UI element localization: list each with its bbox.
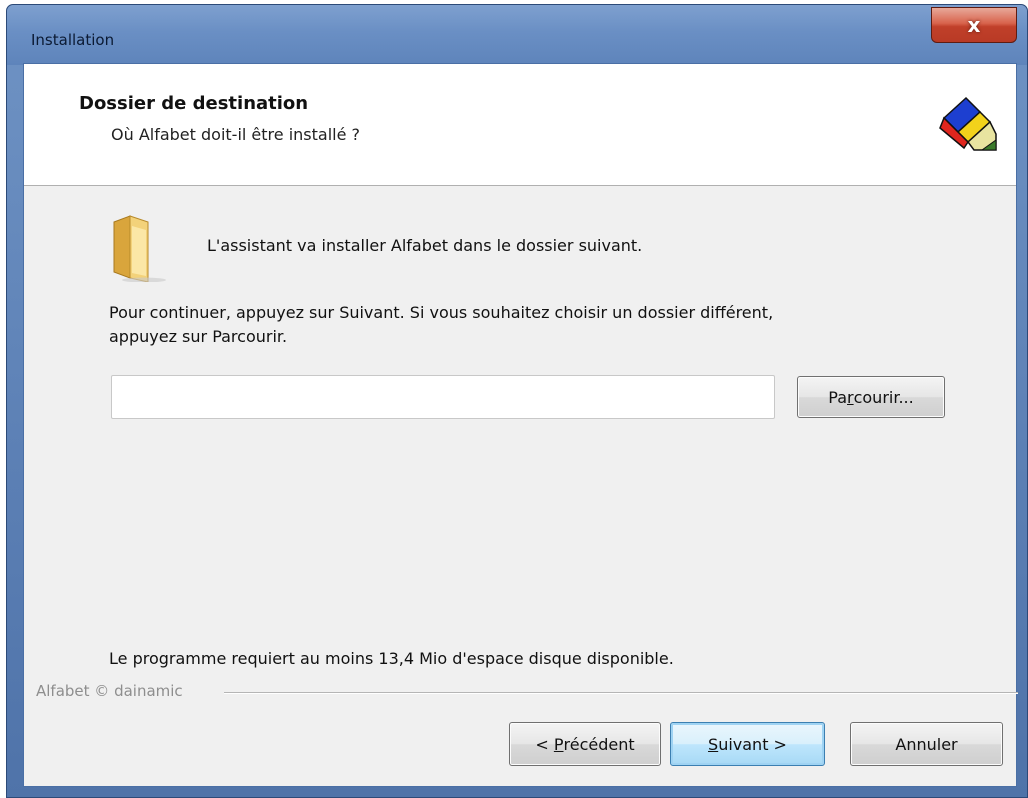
browse-label-pre: Pa [828, 387, 848, 407]
previous-label-pre: < [535, 734, 554, 754]
page-title: Dossier de destination [79, 93, 309, 114]
next-label-accel: S [708, 734, 719, 754]
installer-window: Installation x Dossier de destination Où… [6, 4, 1028, 798]
wizard-client-area: Dossier de destination Où Alfabet doit-i… [23, 63, 1018, 787]
instructions-text: Pour continuer, appuyez sur Suivant. Si … [109, 301, 989, 349]
browse-button[interactable]: Pa r courir... [797, 376, 945, 418]
next-button[interactable]: Suivant > [670, 722, 825, 766]
app-logo-icon [939, 96, 997, 151]
page-subtitle: Où Alfabet doit-il être installé ? [111, 125, 361, 144]
disk-space-text: Le programme requiert au moins 13,4 Mio … [109, 649, 674, 668]
previous-label-post: récédent [563, 734, 635, 754]
destination-path-input[interactable] [111, 375, 775, 419]
branding-text: Alfabet © dainamic [36, 682, 189, 700]
cancel-label: Annuler [895, 734, 958, 754]
close-button[interactable]: x [931, 7, 1017, 43]
branding-separator: Alfabet © dainamic [24, 682, 1018, 702]
previous-button[interactable]: < Précédent [509, 722, 661, 766]
instructions-line-2: appuyez sur Parcourir. [109, 327, 288, 346]
browse-label-post: courir... [853, 387, 914, 407]
wizard-header: Dossier de destination Où Alfabet doit-i… [24, 64, 1016, 186]
title-bar[interactable]: Installation x [7, 5, 1027, 65]
separator-line [224, 692, 1018, 694]
next-label-post: uivant > [718, 734, 787, 754]
window-title: Installation [31, 31, 115, 49]
cancel-button[interactable]: Annuler [850, 722, 1003, 766]
folder-icon [113, 215, 166, 282]
browse-label-accel: r [847, 387, 854, 407]
previous-label-accel: P [553, 734, 564, 754]
intro-text: L'assistant va installer Alfabet dans le… [207, 236, 643, 255]
instructions-line-1: Pour continuer, appuyez sur Suivant. Si … [109, 303, 774, 322]
close-icon: x [967, 13, 981, 37]
